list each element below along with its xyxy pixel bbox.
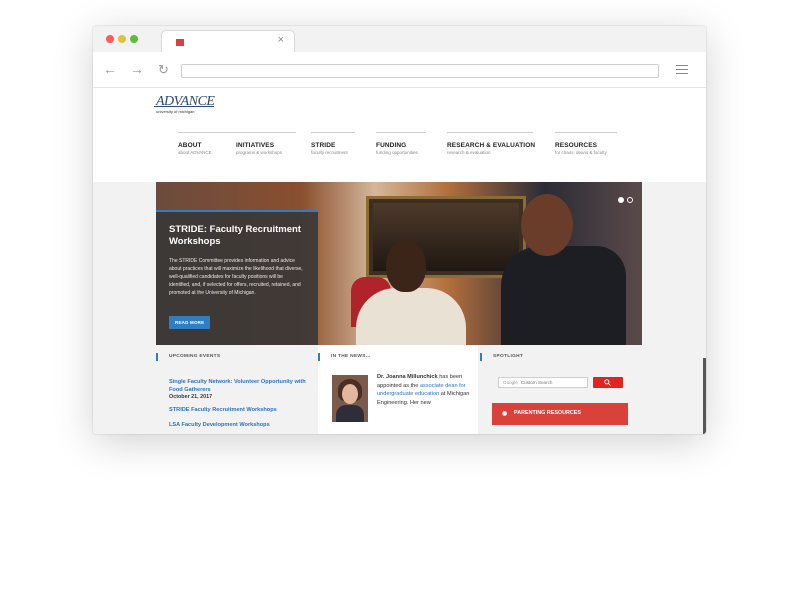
favicon-icon bbox=[176, 39, 184, 46]
events-heading: UPCOMING EVENTS bbox=[156, 353, 316, 361]
page-viewport: ADVANCE university of michigan ABOUT abo… bbox=[93, 88, 706, 434]
carousel-dots bbox=[615, 190, 633, 208]
nav-desc: about ADVANCE bbox=[178, 150, 212, 155]
browser-toolbar: ← → ↻ bbox=[93, 52, 706, 88]
parenting-label: PARENTING RESOURCES bbox=[514, 410, 581, 416]
news-heading: IN THE NEWS... bbox=[318, 353, 478, 361]
nav-label: INITIATIVES bbox=[236, 142, 275, 149]
hero-person-woman bbox=[356, 240, 466, 345]
nav-desc: programs & workshops bbox=[236, 150, 283, 155]
search-brand: Google bbox=[503, 380, 518, 385]
scrollbar[interactable] bbox=[703, 358, 706, 434]
address-bar[interactable] bbox=[181, 64, 659, 78]
site-header: ADVANCE university of michigan ABOUT abo… bbox=[93, 88, 706, 182]
minimize-window-button[interactable] bbox=[118, 35, 126, 43]
browser-tab[interactable]: × bbox=[161, 30, 295, 52]
nav-label: FUNDING bbox=[376, 142, 407, 149]
logo-swoosh bbox=[154, 106, 214, 107]
nav-desc: faculty recruitment bbox=[311, 150, 348, 155]
hero-title: STRIDE: Faculty Recruitment Workshops bbox=[169, 224, 301, 247]
browser-titlebar: × bbox=[93, 26, 706, 52]
nav-item-stride[interactable]: STRIDE faculty recruitment bbox=[311, 132, 355, 155]
carousel-dot-1[interactable] bbox=[618, 197, 624, 203]
event-item[interactable]: STRIDE Faculty Recruitment Workshops bbox=[156, 406, 316, 414]
reload-icon[interactable]: ↻ bbox=[158, 62, 169, 78]
hero-carousel: STRIDE: Faculty Recruitment Workshops Th… bbox=[156, 182, 642, 345]
nav-item-initiatives[interactable]: INITIATIVES programs & workshops bbox=[236, 132, 296, 155]
nav-item-research[interactable]: RESEARCH & EVALUATION research & evaluat… bbox=[447, 132, 535, 155]
nav-label: RESEARCH & EVALUATION bbox=[447, 142, 536, 149]
event-date: October 21, 2017 bbox=[169, 394, 213, 400]
nav-desc: research & evaluation bbox=[447, 150, 491, 155]
nav-item-resources[interactable]: RESOURCES for chairs, deans & faculty bbox=[555, 132, 617, 155]
event-item[interactable]: LSA Faculty Development Workshops bbox=[156, 421, 316, 429]
nav-desc: funding opportunities bbox=[376, 150, 418, 155]
upcoming-events: UPCOMING EVENTS Single Faculty Network: … bbox=[156, 353, 316, 429]
spotlight-heading: SPOTLIGHT bbox=[480, 353, 640, 361]
read-more-button[interactable]: READ MORE bbox=[169, 316, 211, 329]
in-the-news: IN THE NEWS... Dr. Joanna Millunchick ha… bbox=[318, 345, 478, 434]
nav-label: RESOURCES bbox=[555, 142, 598, 149]
nav-item-about[interactable]: ABOUT about ADVANCE bbox=[178, 132, 238, 155]
maximize-window-button[interactable] bbox=[130, 35, 138, 43]
nav-label: STRIDE bbox=[311, 142, 336, 149]
news-headshot[interactable] bbox=[332, 375, 368, 422]
event-title[interactable]: LSA Faculty Development Workshops bbox=[169, 421, 316, 429]
advance-logo[interactable]: ADVANCE university of michigan bbox=[154, 94, 215, 114]
hero-caption: STRIDE: Faculty Recruitment Workshops Th… bbox=[156, 210, 318, 345]
logo-text: ADVANCE bbox=[156, 94, 215, 109]
custom-search-input[interactable]: Google Custom Search bbox=[498, 377, 588, 388]
hero-person-man bbox=[501, 194, 626, 345]
event-title[interactable]: STRIDE Faculty Recruitment Workshops bbox=[169, 406, 316, 414]
event-item[interactable]: Single Faculty Network: Volunteer Opport… bbox=[156, 378, 316, 401]
parenting-resources-button[interactable]: ◉ PARENTING RESOURCES bbox=[492, 403, 628, 425]
back-icon[interactable]: ← bbox=[103, 61, 117, 77]
event-title[interactable]: Single Faculty Network: Volunteer Opport… bbox=[169, 378, 316, 394]
close-window-button[interactable] bbox=[106, 35, 114, 43]
stroller-icon: ◉ bbox=[502, 411, 508, 417]
hamburger-menu-icon[interactable] bbox=[676, 65, 688, 77]
hero-body: The STRIDE Committee provides informatio… bbox=[169, 258, 303, 296]
forward-icon[interactable]: → bbox=[130, 61, 144, 77]
search-button[interactable] bbox=[593, 377, 623, 388]
nav-label: ABOUT bbox=[178, 142, 202, 149]
tab-close-icon[interactable]: × bbox=[278, 34, 284, 46]
search-placeholder: Custom Search bbox=[520, 380, 553, 385]
spotlight: SPOTLIGHT Google Custom Search ◉ PARENTIN… bbox=[480, 353, 640, 425]
nav-desc: for chairs, deans & faculty bbox=[555, 150, 607, 155]
nav-item-funding[interactable]: FUNDING funding opportunities bbox=[376, 132, 426, 155]
news-text: Dr. Joanna Millunchick has been appointe… bbox=[377, 373, 472, 407]
search-icon bbox=[604, 379, 611, 386]
carousel-dot-2[interactable] bbox=[627, 197, 633, 203]
news-person-name: Dr. Joanna Millunchick bbox=[377, 374, 438, 380]
browser-window: × ← → ↻ ADVANCE university of michigan A… bbox=[93, 26, 706, 434]
